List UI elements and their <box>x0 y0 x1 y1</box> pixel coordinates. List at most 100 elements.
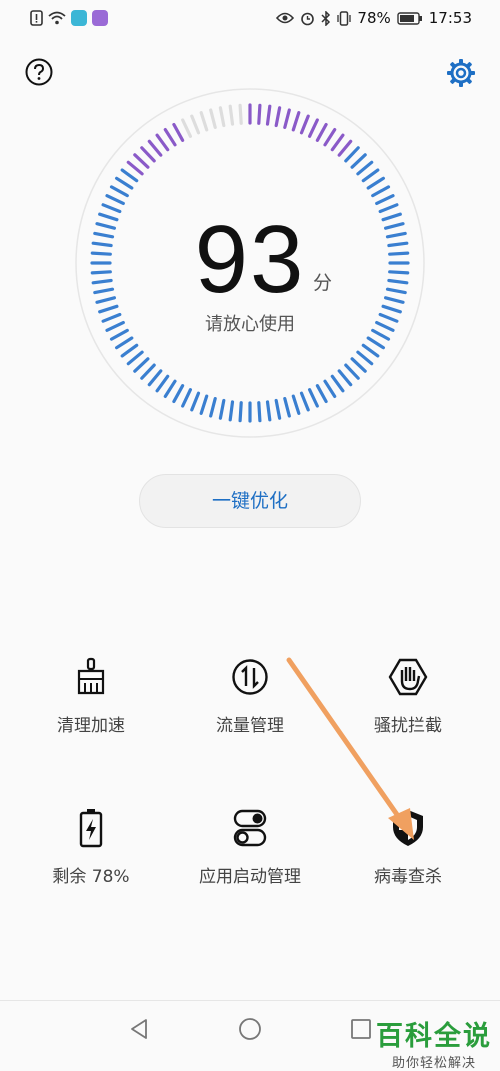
gauge-tick <box>265 400 272 422</box>
app-icon <box>92 10 108 26</box>
gauge-tick <box>291 111 301 132</box>
gauge-tick <box>291 394 301 415</box>
watermark-subtitle: 助你轻松解决 <box>391 1056 476 1071</box>
gauge-tick <box>155 133 170 152</box>
gauge-tick <box>283 108 291 130</box>
wifi-icon <box>48 11 66 25</box>
gauge-tick <box>315 384 328 404</box>
gauge-tick <box>163 379 177 398</box>
score-value: 93 <box>194 206 306 313</box>
gauge-tick <box>147 139 163 157</box>
gauge-tick <box>155 374 170 393</box>
gauge-tick <box>228 104 235 126</box>
gauge-tick <box>330 374 345 393</box>
gauge-tick <box>361 168 380 183</box>
gauge-tick <box>114 176 134 190</box>
gauge-tick <box>283 397 291 418</box>
tool-label: 剩余 78% <box>52 867 130 887</box>
tool-app-launch-management[interactable]: 应用启动管理 <box>170 808 330 887</box>
broom-icon <box>77 657 105 695</box>
gauge-tick <box>371 185 391 198</box>
gauge-tick <box>199 111 209 132</box>
bluetooth-icon <box>321 10 331 26</box>
gauge-tick <box>209 397 217 418</box>
alarm-icon <box>301 12 315 25</box>
gauge-tick <box>257 103 262 125</box>
gauge-tick <box>361 343 380 358</box>
gauge-tick <box>238 103 243 125</box>
gauge-tick <box>366 176 385 190</box>
gauge-tick <box>114 336 134 350</box>
gauge-tick <box>323 127 337 147</box>
battery-charging-icon <box>79 809 103 848</box>
gauge-tick <box>209 108 217 130</box>
gauge-tick <box>228 400 235 422</box>
gauge-tick <box>337 139 353 157</box>
tool-label: 清理加速 <box>57 716 125 736</box>
gauge-tick <box>323 379 337 398</box>
gauge-tick <box>120 168 139 183</box>
tool-harassment-block[interactable]: 骚扰拦截 <box>328 657 488 736</box>
gauge-tick <box>299 391 310 412</box>
vibrate-icon <box>337 10 352 26</box>
gauge-tick <box>356 160 374 176</box>
gauge-tick <box>218 398 226 420</box>
battery-percent: 78% <box>357 9 391 27</box>
gauge-tick <box>375 194 395 206</box>
tool-battery[interactable]: 剩余 78% <box>11 808 171 887</box>
gauge-tick <box>218 106 226 128</box>
status-right-icons: 78% 17:53 <box>276 9 472 27</box>
gauge-tick <box>344 363 360 380</box>
gauge-tick <box>257 401 262 423</box>
tool-cleanup[interactable]: 清理加速 <box>11 657 171 736</box>
alert-icon <box>30 10 43 26</box>
gauge-tick <box>337 369 353 387</box>
status-left-icons <box>30 10 108 26</box>
question-circle-icon[interactable] <box>25 58 53 86</box>
score-message: 请放心使用 <box>205 314 295 335</box>
back-icon[interactable] <box>127 1017 151 1041</box>
gauge-tick <box>350 153 367 169</box>
gauge-tick <box>181 388 193 408</box>
tool-label: 骚扰拦截 <box>374 716 442 736</box>
tool-virus-scan[interactable]: 病毒查杀 <box>328 808 488 887</box>
score-display: 93 <box>0 205 500 315</box>
gauge-tick <box>105 194 125 206</box>
gauge-tick <box>274 106 282 128</box>
gauge-tick <box>344 146 360 163</box>
recents-icon[interactable] <box>349 1017 373 1041</box>
gauge-tick <box>126 350 144 366</box>
watermark: 百科全说 助你轻松解决 <box>376 1022 492 1071</box>
gauge-tick <box>308 118 319 138</box>
one-click-optimize-button[interactable]: 一键优化 <box>139 474 361 528</box>
home-icon[interactable] <box>238 1017 262 1041</box>
tool-label: 应用启动管理 <box>199 867 301 887</box>
gauge-tick <box>190 391 201 412</box>
data-arrows-icon <box>232 659 268 695</box>
chat-app-icon <box>71 10 87 26</box>
gauge-tick <box>265 104 272 126</box>
gauge-tick <box>238 401 243 423</box>
watermark-title: 百科全说 <box>376 1021 492 1052</box>
gear-icon[interactable] <box>446 58 476 88</box>
gauge-tick <box>330 133 345 152</box>
hand-block-icon <box>388 658 428 696</box>
tool-data-management[interactable]: 流量管理 <box>170 657 330 736</box>
gauge-tick <box>199 394 209 415</box>
gauge-tick <box>140 363 156 380</box>
gauge-tick <box>299 114 310 135</box>
gauge-tick <box>120 343 139 358</box>
gauge-tick <box>172 122 185 142</box>
score-unit: 分 <box>313 272 333 294</box>
shield-icon <box>393 810 423 846</box>
tool-label: 病毒查杀 <box>374 867 442 887</box>
gauge-tick <box>133 357 150 373</box>
gauge-tick <box>140 146 156 163</box>
status-bar: 78% 17:53 <box>0 0 500 40</box>
gauge-tick <box>147 369 163 387</box>
battery-icon <box>397 11 422 25</box>
gauge-tick <box>126 160 144 176</box>
gauge-tick <box>308 388 319 408</box>
gauge-tick <box>274 398 282 420</box>
gauge-tick <box>315 122 328 142</box>
